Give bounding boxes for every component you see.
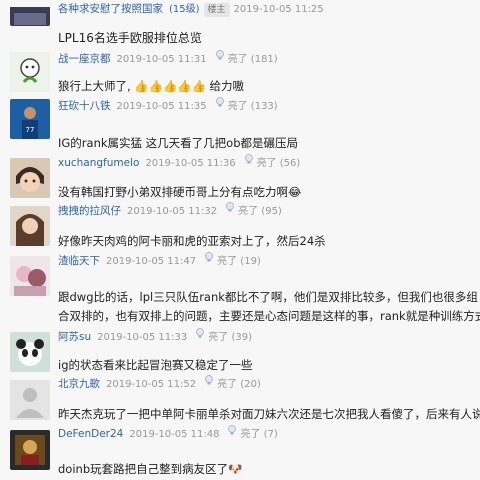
lightbulb-icon — [244, 154, 254, 172]
comment-text: 昨天杰克玩了一把中单阿卡丽单杀对面刀妹六次还是七次把我人看傻了，后来有人说 — [58, 407, 480, 421]
lightbulb-icon — [227, 425, 237, 443]
comment-text: 没有韩国打野小弟双排硬币哥上分有点吃力啊😂 — [58, 185, 302, 199]
like-button[interactable]: 亮了 (20) — [204, 375, 261, 390]
lightbulb-icon — [195, 328, 205, 346]
lightbulb-icon — [225, 202, 235, 220]
like-count: 亮了 (39) — [208, 332, 252, 343]
avatar[interactable] — [10, 158, 50, 198]
like-count: 亮了 (133) — [227, 101, 278, 112]
like-button[interactable]: 亮了 (95) — [225, 202, 282, 217]
comment-text: 好像昨天肉鸡的阿卡丽和虎的亚索对上了，然后24杀 — [58, 234, 326, 248]
comment-meta: 各种求安慰了按照国家 (15级) 楼主 2019-10-05 11:25 — [58, 0, 332, 18]
comment-text: 跟dwg比的话，lpl三只队伍rank都比不了啊，他们是双排比较多，但我们也很多… — [58, 290, 480, 323]
timestamp: 2019-10-05 11:33 — [97, 332, 188, 343]
svg-text:77: 77 — [26, 126, 35, 134]
timestamp: 2019-10-05 11:31 — [116, 54, 207, 65]
username-link[interactable]: 拽拽的拉风仔 — [58, 205, 121, 217]
like-count: 亮了 (56) — [256, 158, 301, 169]
username-link[interactable]: 北京九歌 — [58, 378, 100, 390]
comment-meta: 拽拽的拉风仔 2019-10-05 11:32 亮了 (95) — [58, 202, 282, 220]
like-count: 亮了 (20) — [217, 379, 261, 390]
avatar[interactable] — [10, 206, 50, 246]
avatar[interactable] — [10, 52, 50, 92]
username-link[interactable]: 各种求安慰了按照国家 — [58, 3, 163, 15]
comment-meta: 狂砍十八铁 2019-10-05 11:35 亮了 (133) — [58, 97, 278, 115]
lightbulb-icon — [215, 50, 225, 68]
timestamp: 2019-10-05 11:36 — [145, 158, 236, 169]
like-count: 亮了 (95) — [238, 206, 282, 217]
timestamp: 2019-10-05 11:25 — [233, 4, 324, 15]
comment-meta: 阿苏su 2019-10-05 11:33 亮了 (39) — [58, 328, 252, 346]
lightbulb-icon — [204, 375, 214, 393]
like-count: 亮了 (181) — [227, 54, 278, 65]
avatar[interactable] — [10, 256, 50, 296]
timestamp: 2019-10-05 11:35 — [116, 101, 207, 112]
comment-meta: xuchangfumelo 2019-10-05 11:36 亮了 (56) — [58, 154, 300, 172]
like-button[interactable]: 亮了 (133) — [215, 97, 278, 112]
username-link[interactable]: 狂砍十八铁 — [58, 100, 111, 112]
like-count: 亮了 (7) — [240, 429, 278, 440]
user-level: (15级) — [169, 4, 200, 15]
comment-text: 狼行上大师了, 👍👍👍👍👍 给力嗷 — [58, 79, 245, 93]
comment-text: doinb玩套路把自己整到病友区了🐶 — [58, 462, 243, 476]
like-button[interactable]: 亮了 (39) — [195, 328, 252, 343]
comment-meta: 北京九歌 2019-10-05 11:52 亮了 (20) — [58, 375, 261, 393]
timestamp: 2019-10-05 11:48 — [129, 429, 220, 440]
comment-meta: 渣临天下 2019-10-05 11:47 亮了 (19) — [58, 252, 261, 270]
avatar[interactable] — [10, 332, 50, 372]
avatar[interactable] — [10, 0, 50, 26]
timestamp: 2019-10-05 11:52 — [106, 379, 197, 390]
avatar[interactable] — [10, 380, 50, 420]
comment-meta: DeFenDer24 2019-10-05 11:48 亮了 (7) — [58, 425, 278, 443]
timestamp: 2019-10-05 11:47 — [106, 256, 197, 267]
like-button[interactable]: 亮了 (56) — [244, 154, 301, 169]
comment-text: LPL16名选手欧服排位总览 — [58, 31, 202, 45]
avatar[interactable] — [10, 430, 50, 470]
username-link[interactable]: 阿苏su — [58, 331, 91, 343]
timestamp: 2019-10-05 11:32 — [127, 206, 218, 217]
like-button[interactable]: 亮了 (181) — [215, 50, 278, 65]
avatar[interactable]: 77 — [10, 99, 50, 139]
lightbulb-icon — [215, 97, 225, 115]
username-link[interactable]: 渣临天下 — [58, 255, 100, 267]
like-count: 亮了 (19) — [217, 256, 261, 267]
comment-text: ig的状态看来比起冒泡赛又稳定了一些 — [58, 358, 253, 372]
like-button[interactable]: 亮了 (19) — [204, 252, 261, 267]
lightbulb-icon — [204, 252, 214, 270]
username-link[interactable]: 战一座京都 — [58, 53, 111, 65]
comment-feed: 各种求安慰了按照国家 (15级) 楼主 2019-10-05 11:25 LPL16名… — [0, 0, 480, 480]
comment-meta: 战一座京都 2019-10-05 11:31 亮了 (181) — [58, 50, 278, 68]
comment-text: IG的rank属实猛 这几天看了几把ob都是碾压局 — [58, 136, 299, 150]
username-link[interactable]: DeFenDer24 — [58, 428, 123, 440]
like-button[interactable]: 亮了 (7) — [227, 425, 278, 440]
op-badge: 楼主 — [203, 3, 230, 17]
username-link[interactable]: xuchangfumelo — [58, 157, 139, 169]
